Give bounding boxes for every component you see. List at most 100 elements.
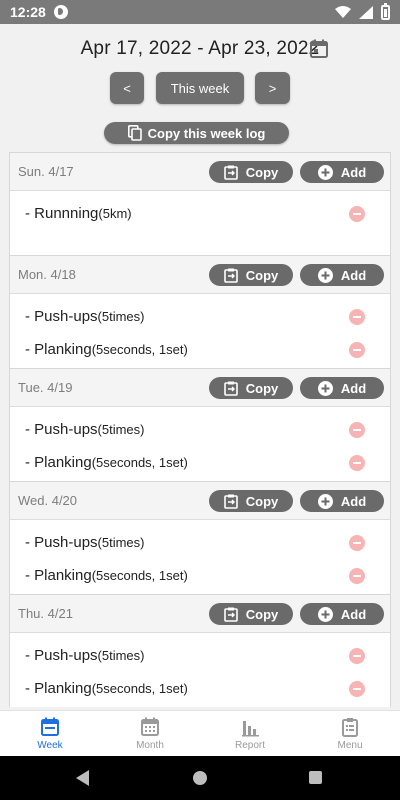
remove-entry-icon[interactable] [349, 422, 365, 438]
copy-week-log-label: Copy this week log [147, 125, 266, 141]
remove-entry-icon[interactable] [349, 455, 365, 471]
add-entry-button[interactable]: Add [300, 490, 384, 512]
date-range-row: Apr 17, 2022 - Apr 23, 2022 [0, 34, 400, 64]
copy-week-log-button[interactable]: Copy this week log [104, 122, 289, 144]
entry-list: - Push-ups (5times) - Planking (5seconds, … [10, 633, 390, 707]
back-icon[interactable] [76, 770, 90, 786]
entry-name: - Push-ups [25, 534, 98, 551]
recent-apps-icon[interactable] [309, 771, 322, 784]
day-label: Thu. 4/21 [18, 606, 73, 621]
list-item[interactable]: - Planking (5seconds, 1set) [10, 559, 390, 592]
status-bar: 12:28 [0, 0, 400, 24]
list-item[interactable]: - Push-ups (5times) [10, 300, 390, 333]
copy-day-button[interactable]: Copy [209, 264, 293, 286]
tab-report[interactable]: Report [200, 711, 300, 756]
entry-name: - Push-ups [25, 421, 98, 438]
remove-entry-icon[interactable] [349, 535, 365, 551]
plus-circle-icon [317, 164, 333, 180]
plus-circle-icon [317, 606, 333, 622]
clipboard-copy-icon [223, 494, 238, 509]
add-entry-label: Add [340, 380, 367, 396]
entry-detail: (5times) [97, 422, 145, 437]
copy-day-button[interactable]: Copy [209, 161, 293, 183]
tab-menu-label: Menu [337, 739, 363, 751]
copy-day-button[interactable]: Copy [209, 603, 293, 625]
day-list[interactable]: Sun. 4/17 Copy Add - Runnning (5km) Mon. … [9, 152, 391, 710]
battery-icon [381, 2, 390, 20]
wifi-icon [335, 6, 351, 18]
entry-detail: (5km) [98, 206, 132, 221]
copy-day-label: Copy [245, 380, 279, 396]
status-icons [335, 2, 390, 20]
this-week-button[interactable]: This week [156, 72, 244, 104]
plus-circle-icon [317, 380, 333, 396]
day-label: Sun. 4/17 [18, 164, 74, 179]
clipboard-menu-icon [342, 717, 358, 737]
date-range-title: Apr 17, 2022 - Apr 23, 2022 [80, 38, 320, 59]
prev-week-button[interactable]: < [110, 72, 144, 104]
copy-day-button[interactable]: Copy [209, 377, 293, 399]
list-item[interactable]: - Push-ups (5times) [10, 526, 390, 559]
add-entry-button[interactable]: Add [300, 377, 384, 399]
list-item[interactable]: - Runnning (5km) [10, 197, 390, 230]
remove-entry-icon[interactable] [349, 206, 365, 222]
remove-entry-icon[interactable] [349, 681, 365, 697]
tab-week[interactable]: Week [0, 711, 100, 756]
clipboard-copy-icon [223, 607, 238, 622]
entry-list: - Push-ups (5times) - Planking (5seconds, … [10, 520, 390, 594]
clipboard-copy-icon [223, 268, 238, 283]
remove-entry-icon[interactable] [349, 342, 365, 358]
day-header: Sun. 4/17 Copy Add [10, 153, 390, 191]
list-item[interactable]: - Planking (5seconds, 1set) [10, 333, 390, 366]
entry-name: - Planking [25, 680, 92, 697]
entry-detail: (5seconds, 1set) [91, 455, 188, 470]
add-entry-button[interactable]: Add [300, 264, 384, 286]
entry-name: - Planking [25, 567, 92, 584]
day-header: Thu. 4/21 Copy Add [10, 595, 390, 633]
entry-list: - Push-ups (5times) - Planking (5seconds, … [10, 294, 390, 368]
remove-entry-icon[interactable] [349, 568, 365, 584]
tab-month-label: Month [136, 739, 164, 751]
copy-day-label: Copy [245, 606, 279, 622]
system-nav-bar [0, 756, 400, 800]
calendar-week-icon [41, 717, 59, 736]
clipboard-copy-icon [223, 165, 238, 180]
entry-detail: (5times) [97, 535, 145, 550]
add-entry-label: Add [340, 164, 367, 180]
entry-name: - Planking [25, 341, 92, 358]
entry-detail: (5times) [97, 309, 145, 324]
entry-name: - Runnning [25, 205, 99, 222]
list-item[interactable]: - Push-ups (5times) [10, 639, 390, 672]
week-nav: < This week > [0, 72, 400, 104]
calendar-icon[interactable] [308, 38, 330, 60]
plus-circle-icon [317, 267, 333, 283]
list-item[interactable]: - Planking (5seconds, 1set) [10, 672, 390, 705]
entry-detail: (5times) [97, 648, 145, 663]
bar-chart-icon [242, 720, 259, 736]
entry-detail: (5seconds, 1set) [91, 681, 188, 696]
signal-icon [359, 5, 373, 19]
home-icon[interactable] [193, 771, 207, 785]
remove-entry-icon[interactable] [349, 648, 365, 664]
list-item[interactable]: - Planking (5seconds, 1set) [10, 446, 390, 479]
plus-circle-icon [317, 493, 333, 509]
list-item[interactable]: - Push-ups (5times) [10, 413, 390, 446]
entry-name: - Push-ups [25, 308, 98, 325]
add-entry-label: Add [340, 606, 367, 622]
add-entry-button[interactable]: Add [300, 603, 384, 625]
day-card: Thu. 4/21 Copy Add - Push-ups (5times) - … [9, 594, 391, 707]
tab-month[interactable]: Month [100, 711, 200, 756]
copy-day-label: Copy [245, 493, 279, 509]
day-card: Mon. 4/18 Copy Add - Push-ups (5times) - … [9, 255, 391, 368]
next-week-button[interactable]: > [255, 72, 290, 104]
day-label: Mon. 4/18 [18, 267, 76, 282]
day-card: Tue. 4/19 Copy Add - Push-ups (5times) - … [9, 368, 391, 481]
calendar-month-icon [141, 717, 159, 736]
entry-name: - Planking [25, 454, 92, 471]
remove-entry-icon[interactable] [349, 309, 365, 325]
tab-menu[interactable]: Menu [300, 711, 400, 756]
copy-day-button[interactable]: Copy [209, 490, 293, 512]
bottom-nav: Week Month Report Menu [0, 710, 400, 756]
add-entry-button[interactable]: Add [300, 161, 384, 183]
copy-day-label: Copy [245, 267, 279, 283]
